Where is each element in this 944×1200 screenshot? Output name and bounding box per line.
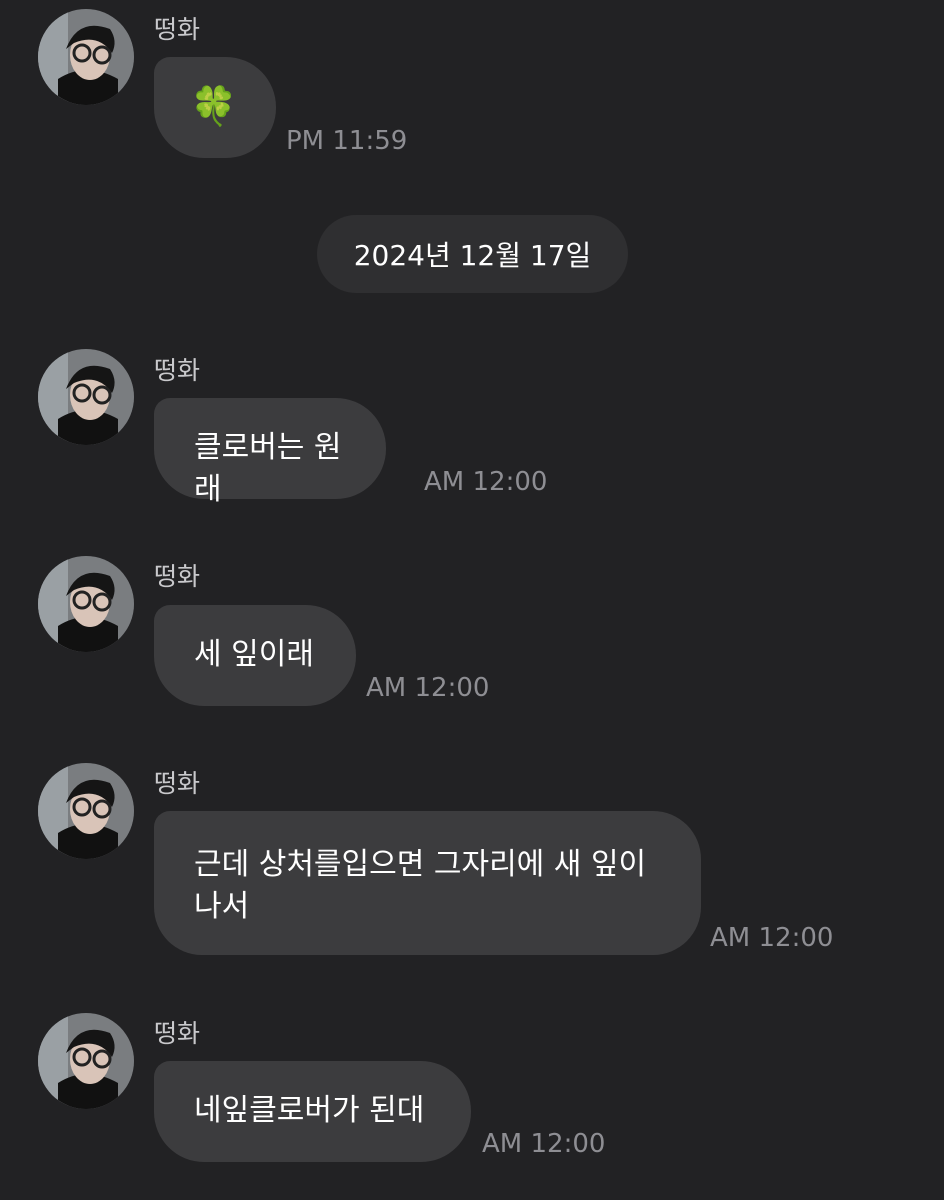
message-bubble[interactable]: 네잎클로버가 된대 — [154, 1061, 471, 1162]
sender-name: 떵화 — [154, 769, 201, 798]
message-time: AM 12:00 — [482, 1129, 606, 1159]
sender-name: 떵화 — [154, 356, 201, 385]
message-bubble[interactable]: 🍀 — [154, 57, 276, 158]
avatar[interactable] — [38, 349, 134, 445]
message-text: 세 잎이래 — [194, 637, 314, 672]
message-time: AM 12:00 — [424, 467, 548, 497]
avatar[interactable] — [38, 1013, 134, 1109]
date-divider: 2024년 12월 17일 — [317, 215, 628, 293]
message-time: PM 11:59 — [286, 126, 408, 156]
sender-name: 떵화 — [154, 15, 201, 44]
message-time: AM 12:00 — [710, 923, 834, 953]
message-text-line: 근데 상처를입으면 그자리에 새 잎이 — [194, 847, 647, 882]
avatar[interactable] — [38, 9, 134, 105]
message-text: 네잎클로버가 된대 — [194, 1093, 425, 1128]
avatar-photo-icon — [38, 556, 134, 652]
message-text: 클로버는 원래 — [194, 430, 342, 507]
avatar[interactable] — [38, 763, 134, 859]
avatar-photo-icon — [38, 1013, 134, 1109]
chat-view: 떵화 🍀 PM 11:59 2024년 12월 17일 떵화 클로버는 원래 A… — [0, 0, 944, 1200]
message-bubble[interactable]: 클로버는 원래 — [154, 398, 386, 507]
sender-name: 떵화 — [154, 562, 201, 591]
avatar[interactable] — [38, 556, 134, 652]
avatar-photo-icon — [38, 349, 134, 445]
message-bubble[interactable]: 세 잎이래 — [154, 605, 356, 706]
message-text-line: 나서 — [194, 889, 250, 924]
message-time: AM 12:00 — [366, 673, 490, 703]
four-leaf-clover-icon: 🍀 — [190, 84, 238, 128]
message-bubble[interactable]: 근데 상처를입으면 그자리에 새 잎이 나서 — [154, 811, 701, 955]
avatar-photo-icon — [38, 763, 134, 859]
sender-name: 떵화 — [154, 1019, 201, 1048]
avatar-photo-icon — [38, 9, 134, 105]
